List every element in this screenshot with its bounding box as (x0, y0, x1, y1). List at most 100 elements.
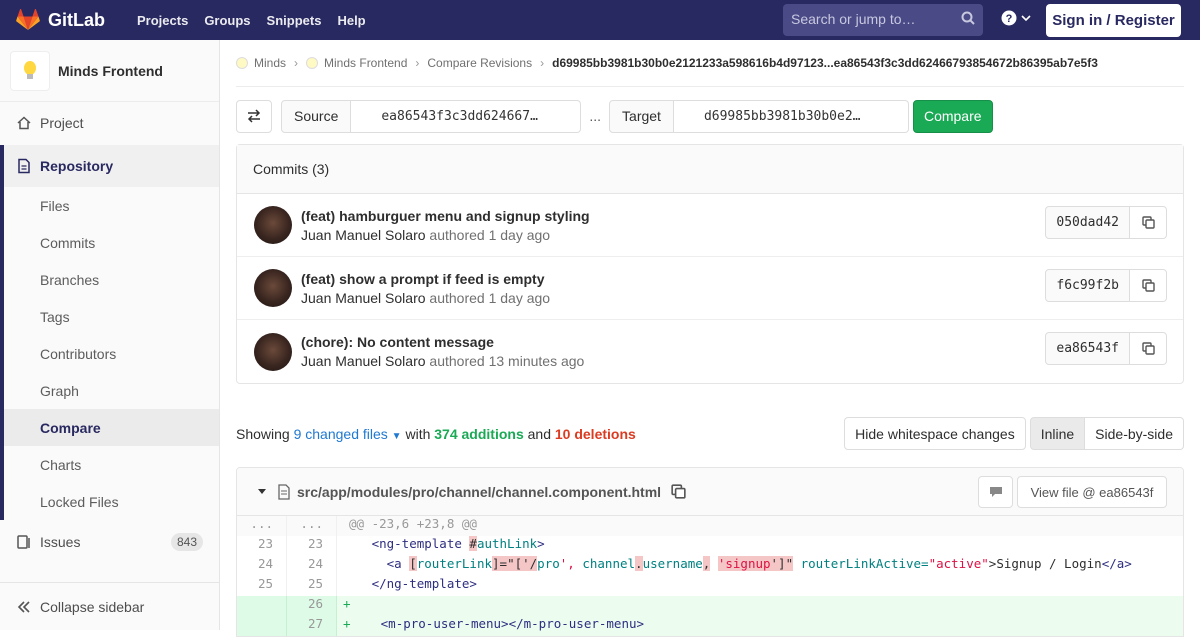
sidebar-item-graph[interactable]: Graph (4, 372, 219, 409)
sidebar-item-label: Repository (40, 158, 114, 174)
commit-sha[interactable]: ea86543f (1045, 332, 1130, 365)
sidebar-item-files[interactable]: Files (4, 187, 219, 224)
old-line-number[interactable] (237, 616, 287, 636)
sidebar-item-tags[interactable]: Tags (4, 298, 219, 335)
commit-author[interactable]: Juan Manuel Solaro (301, 227, 426, 243)
diff-line: 24 24 <a [routerLink]="['/pro', channel.… (237, 556, 1183, 576)
commit-sha[interactable]: f6c99f2b (1045, 269, 1130, 302)
old-line-number[interactable]: 24 (237, 556, 287, 576)
chevron-down-icon (1021, 15, 1031, 22)
diff-file-header: src/app/modules/pro/channel/channel.comp… (237, 468, 1183, 516)
side-by-side-button[interactable]: Side-by-side (1085, 417, 1184, 450)
view-file-button[interactable]: View file @ ea86543f (1017, 476, 1167, 508)
source-input[interactable]: ea86543f3c3dd624667… (351, 99, 582, 133)
diff-line-added: 26 + (237, 596, 1183, 616)
comment-icon (989, 487, 1002, 497)
authored-text: authored (429, 289, 485, 306)
commit-author[interactable]: Juan Manuel Solaro (301, 290, 426, 306)
commits-panel: Commits (3) (feat) hamburguer menu and s… (236, 144, 1184, 384)
target-input[interactable]: d69985bb3981b30b0e2… (673, 99, 909, 133)
top-nav: Projects Groups Snippets Help (129, 13, 374, 28)
breadcrumb-item[interactable]: Minds (254, 56, 286, 70)
new-line-number[interactable]: 27 (287, 616, 337, 636)
additions-count: 374 additions (434, 426, 524, 442)
code-line: </ng-template> (371, 576, 477, 591)
caret-down-icon: ▼ (391, 431, 402, 442)
new-line-number[interactable]: 26 (287, 596, 337, 616)
help-dropdown[interactable]: ? (1001, 10, 1031, 26)
gitlab-logo[interactable]: GitLab (16, 9, 105, 31)
breadcrumb-current[interactable]: d69985bb3981b30b0e2121233a598616b4d97123… (552, 56, 1098, 70)
commit-author[interactable]: Juan Manuel Solaro (301, 353, 426, 369)
avatar[interactable] (254, 332, 292, 371)
nav-snippets[interactable]: Snippets (259, 13, 330, 28)
inline-view-button[interactable]: Inline (1029, 417, 1086, 450)
main-content: Minds › Minds Frontend › Compare Revisio… (236, 40, 1184, 637)
nav-help[interactable]: Help (329, 13, 373, 28)
file-path[interactable]: src/app/modules/pro/channel/channel.comp… (297, 484, 661, 500)
copy-icon[interactable] (671, 484, 686, 499)
commit-row: (feat) hamburguer menu and signup stylin… (237, 194, 1183, 257)
commit-title[interactable]: (chore): No content message (301, 334, 584, 350)
sidebar-item-compare[interactable]: Compare (4, 409, 219, 446)
avatar[interactable] (254, 269, 292, 307)
lightbulb-icon (24, 60, 36, 79)
sidebar-group-repository: Repository Files Commits Branches Tags C… (0, 145, 219, 520)
sidebar-item-locked-files[interactable]: Locked Files (4, 483, 219, 520)
new-line-number[interactable]: 24 (287, 556, 337, 576)
collapse-sidebar-button[interactable]: Collapse sidebar (0, 582, 219, 630)
chevron-right-icon: › (294, 56, 299, 70)
compare-form: Source ea86543f3c3dd624667… ... Target d… (236, 99, 993, 133)
commit-row: (chore): No content message Juan Manuel … (237, 320, 1183, 383)
breadcrumb-item[interactable]: Compare Revisions (427, 56, 532, 70)
commit-time: 13 minutes ago (488, 353, 585, 369)
commits-header: Commits (3) (237, 145, 1183, 194)
sidebar-item-repository[interactable]: Repository (4, 145, 219, 187)
copy-sha-button[interactable] (1130, 269, 1167, 302)
sidebar-item-contributors[interactable]: Contributors (4, 335, 219, 372)
old-line-number[interactable]: 25 (237, 576, 287, 596)
commit-title[interactable]: (feat) hamburguer menu and signup stylin… (301, 208, 590, 224)
search-input[interactable]: Search or jump to… (783, 4, 983, 36)
old-line-number[interactable]: 23 (237, 536, 287, 556)
new-line-number[interactable]: 23 (287, 536, 337, 556)
search-icon (961, 11, 975, 25)
code-line: + (343, 596, 351, 611)
nav-groups[interactable]: Groups (196, 13, 258, 28)
sidebar: Minds Frontend Project Repository Files … (0, 40, 220, 630)
comment-button[interactable] (978, 476, 1013, 508)
diff-file: src/app/modules/pro/channel/channel.comp… (236, 467, 1184, 637)
double-chevron-left-icon (17, 600, 30, 613)
changed-files-dropdown[interactable]: 9 changed files ▼ (294, 426, 402, 442)
sidebar-item-commits[interactable]: Commits (4, 224, 219, 261)
revision-separator: ... (589, 108, 602, 124)
copy-sha-button[interactable] (1130, 206, 1167, 239)
old-line-number[interactable] (237, 596, 287, 616)
swap-icon (247, 109, 261, 123)
sidebar-item-branches[interactable]: Branches (4, 261, 219, 298)
nav-projects[interactable]: Projects (129, 13, 196, 28)
hide-whitespace-button[interactable]: Hide whitespace changes (844, 417, 1026, 450)
caret-down-icon[interactable] (257, 488, 267, 496)
sidebar-item-charts[interactable]: Charts (4, 446, 219, 483)
sidebar-project-header[interactable]: Minds Frontend (0, 40, 219, 102)
commit-title[interactable]: (feat) show a prompt if feed is empty (301, 271, 550, 287)
diff-line: 23 23 <ng-template #authLink> (237, 536, 1183, 556)
commit-time: 1 day ago (488, 289, 551, 306)
swap-revisions-button[interactable] (236, 99, 272, 133)
breadcrumb-item[interactable]: Minds Frontend (324, 56, 407, 70)
commit-sha[interactable]: 050dad42 (1045, 206, 1130, 239)
compare-button[interactable]: Compare (912, 99, 993, 133)
new-line-number[interactable]: 25 (287, 576, 337, 596)
commit-row: (feat) show a prompt if feed is empty Ju… (237, 257, 1183, 320)
hunk-header: @@ -23,6 +23,8 @@ (349, 516, 477, 531)
doc-icon (18, 158, 30, 174)
copy-icon (1141, 279, 1155, 292)
sidebar-item-label: Project (40, 114, 84, 131)
sign-in-button[interactable]: Sign in / Register (1046, 4, 1181, 37)
avatar[interactable] (254, 206, 292, 244)
diff-line-added: 27 + <m-pro-user-menu></m-pro-user-menu> (237, 616, 1183, 636)
copy-sha-button[interactable] (1130, 332, 1167, 365)
sidebar-item-project[interactable]: Project (0, 102, 219, 143)
sidebar-item-issues[interactable]: Issues 843 (0, 520, 219, 564)
